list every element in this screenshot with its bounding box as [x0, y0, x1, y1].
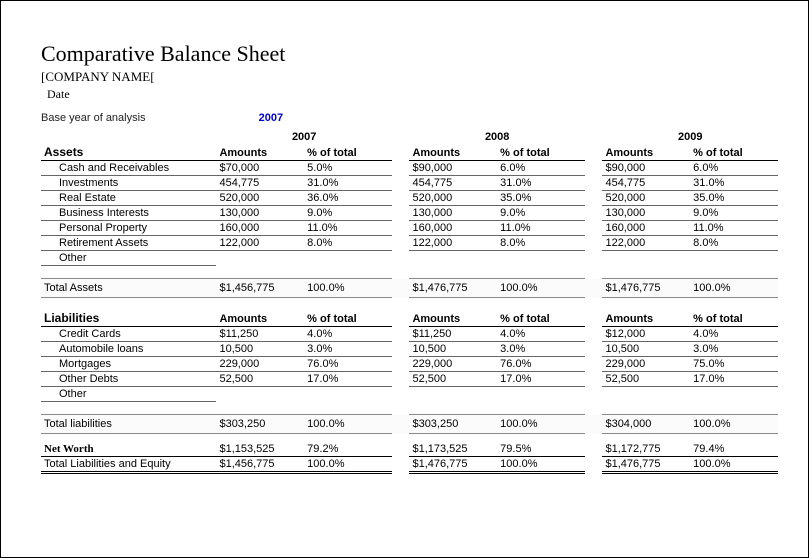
net-worth-label: Net Worth: [41, 442, 216, 457]
table-row: Other Debts52,50017.0%52,50017.0%52,5001…: [41, 372, 778, 387]
table-row: Automobile loans10,5003.0%10,5003.0%10,5…: [41, 342, 778, 357]
table-row: Credit Cards$11,2504.0%$11,2504.0%$12,00…: [41, 327, 778, 342]
table-row: Retirement Assets122,0008.0%122,0008.0%1…: [41, 236, 778, 251]
total-liabilities-row: Total liabilities $303,250100.0% $303,25…: [41, 415, 778, 434]
base-year-label: Base year of analysis: [41, 112, 146, 124]
base-year-value: 2007: [259, 112, 283, 124]
table-row: Other: [41, 387, 778, 402]
table-row: Business Interests130,0009.0%130,0009.0%…: [41, 206, 778, 221]
year-1: 2007: [216, 130, 391, 144]
col-amounts: Amounts: [602, 144, 690, 161]
date-label: Date: [47, 87, 778, 102]
table-row: Other: [41, 251, 778, 266]
tle-label: Total Liabilities and Equity: [41, 457, 216, 473]
net-worth-row: Net Worth $1,153,52579.2% $1,173,52579.5…: [41, 442, 778, 457]
page-title: Comparative Balance Sheet: [41, 41, 778, 67]
liabilities-header: Liabilities: [41, 310, 216, 327]
col-pct: % of total: [304, 144, 392, 161]
assets-header-row: Assets Amounts % of total Amounts % of t…: [41, 144, 778, 161]
total-assets-label: Total Assets: [41, 279, 216, 298]
col-pct: % of total: [690, 144, 778, 161]
col-amounts: Amounts: [409, 144, 497, 161]
table-row: Real Estate520,00036.0%520,00035.0%520,0…: [41, 191, 778, 206]
total-assets-row: Total Assets $1,456,775100.0% $1,476,775…: [41, 279, 778, 298]
year-2: 2008: [409, 130, 584, 144]
col-amounts: Amounts: [216, 144, 304, 161]
base-year-row: Base year of analysis 2007: [41, 112, 778, 124]
total-liabilities-label: Total liabilities: [41, 415, 216, 434]
table-row: Investments454,77531.0%454,77531.0%454,7…: [41, 176, 778, 191]
year-header-row: 2007 2008 2009: [41, 130, 778, 144]
table-row: Cash and Receivables$70,0005.0%$90,0006.…: [41, 161, 778, 176]
table-row: Personal Property160,00011.0%160,00011.0…: [41, 221, 778, 236]
total-liabilities-equity-row: Total Liabilities and Equity $1,456,7751…: [41, 457, 778, 473]
balance-sheet-table: 2007 2008 2009 Assets Amounts % of total…: [41, 130, 778, 474]
liabilities-header-row: Liabilities Amounts% of total Amounts% o…: [41, 310, 778, 327]
year-3: 2009: [602, 130, 778, 144]
company-name: [COMPANY NAME[: [41, 69, 778, 85]
col-pct: % of total: [497, 144, 585, 161]
assets-header: Assets: [41, 144, 216, 161]
table-row: Mortgages229,00076.0%229,00076.0%229,000…: [41, 357, 778, 372]
balance-sheet-page: Comparative Balance Sheet [COMPANY NAME[…: [0, 0, 809, 558]
